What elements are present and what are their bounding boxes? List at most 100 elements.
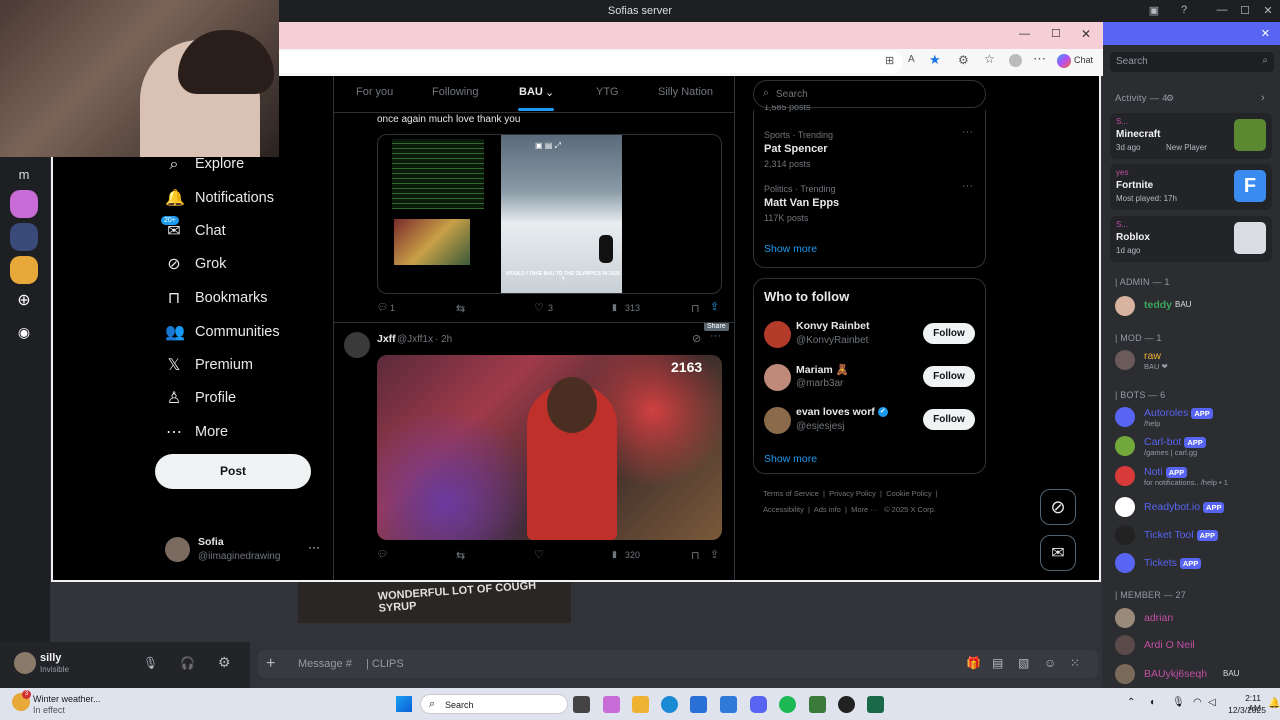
chat-label[interactable]: Chat	[1074, 55, 1093, 65]
footer-link[interactable]: Accessibility	[763, 505, 804, 514]
taskbar-search[interactable]: ⌕ Search	[420, 694, 568, 714]
minimize-icon[interactable]: —	[1214, 4, 1230, 16]
minimize-icon[interactable]: —	[1019, 28, 1030, 40]
grok-icon[interactable]: ⊘	[692, 332, 701, 345]
trend-item[interactable]: Politics · Trending Matt Van Epps 117K p…	[754, 176, 985, 228]
activity-card[interactable]: S... Minecraft 3d ago New Player	[1110, 113, 1272, 159]
bot-item[interactable]: Noti APP for notifications.. /help • 1	[1115, 466, 1275, 490]
tweet-handle[interactable]: @Jxff1x	[397, 334, 433, 345]
more-icon[interactable]: ···	[308, 540, 320, 554]
avatar[interactable]	[344, 332, 370, 358]
tweet-author[interactable]: Jxff	[377, 333, 396, 345]
mail-icon[interactable]	[720, 696, 737, 713]
tab-for-you[interactable]: For you	[356, 86, 393, 98]
server-icon[interactable]	[10, 223, 38, 251]
retweet-icon[interactable]: ⇆	[456, 302, 465, 315]
tweet-media[interactable]: 2163	[377, 355, 722, 540]
clock-date[interactable]: 12/3/2025	[1226, 705, 1266, 715]
grok-icon[interactable]: ⊘	[1040, 489, 1076, 525]
bot-item[interactable]: Tickets APP	[1115, 553, 1275, 577]
gift-icon[interactable]: 🎁	[966, 656, 981, 670]
help-icon[interactable]: ?	[1176, 4, 1192, 16]
app-icon[interactable]	[809, 696, 826, 713]
server-icon[interactable]	[10, 190, 38, 218]
bookmark-icon[interactable]: ⊓	[691, 549, 700, 562]
follow-suggestion[interactable]: evan loves worf ✓ @esjesjesj Follow	[754, 405, 985, 439]
gear-icon[interactable]: ⚙	[1166, 93, 1174, 104]
tab-bau[interactable]: BAU	[519, 86, 543, 98]
spotify-icon[interactable]	[779, 696, 796, 713]
server-icon[interactable]	[10, 256, 38, 284]
activity-card[interactable]: yes Fortnite Most played: 17h F	[1110, 164, 1272, 210]
volume-icon[interactable]: ◁	[1208, 697, 1216, 708]
bookmark-icon[interactable]: ⊓	[691, 302, 700, 315]
close-icon[interactable]: ✕	[1081, 27, 1091, 41]
store-icon[interactable]	[690, 696, 707, 713]
settings-icon[interactable]: ⚙	[218, 654, 231, 671]
obs-icon[interactable]	[838, 696, 855, 713]
sticker-icon[interactable]: ▧	[1018, 656, 1029, 670]
tab-following[interactable]: Following	[432, 86, 478, 98]
read-aloud-icon[interactable]: A	[908, 54, 915, 65]
tweet-media[interactable]: ▣ ▤ ⤢ WOULD I TAKE BAU TO THE OLYMPICS I…	[377, 134, 722, 294]
avatar[interactable]	[165, 537, 190, 562]
activity-card[interactable]: S... Roblox 1d ago	[1110, 216, 1272, 262]
close-icon[interactable]: ✕	[1261, 27, 1270, 40]
more-icon[interactable]: ···	[710, 330, 721, 342]
member-item[interactable]: BAUykj6seqh BAU	[1115, 664, 1275, 688]
follow-button[interactable]: Follow	[923, 409, 975, 430]
show-more-link[interactable]: Show more	[764, 243, 817, 255]
read-mode-icon[interactable]: ⊞	[885, 54, 894, 67]
edge-icon[interactable]	[661, 696, 678, 713]
trend-item[interactable]: Sports · Trending Pat Spencer 2,314 post…	[754, 122, 985, 174]
avatar[interactable]	[14, 652, 36, 674]
chevron-down-icon[interactable]: ⌄	[545, 86, 554, 99]
bot-item[interactable]: Carl-bot APP/games | carl.gg	[1115, 436, 1275, 460]
file-explorer-icon[interactable]	[632, 696, 649, 713]
reply-icon[interactable]: 💬︎	[377, 549, 388, 560]
show-more-link[interactable]: Show more	[764, 453, 817, 465]
like-icon[interactable]: ♡	[534, 548, 544, 561]
copilot-icon[interactable]	[603, 696, 620, 713]
profile-icon[interactable]	[1009, 54, 1022, 67]
member-item[interactable]: teddy BAU	[1115, 296, 1275, 320]
share-icon[interactable]: ⇪	[710, 300, 719, 313]
post-button[interactable]: Post	[155, 454, 311, 489]
apps-icon[interactable]: ⁙	[1070, 656, 1080, 670]
plus-icon[interactable]: +	[266, 655, 275, 673]
close-icon[interactable]: ✕	[1260, 4, 1276, 17]
avatar[interactable]	[764, 321, 791, 348]
avatar[interactable]	[764, 364, 791, 391]
gif-icon[interactable]: ▤	[992, 656, 1003, 670]
bot-item[interactable]: Autoroles APP/help	[1115, 407, 1275, 431]
footer-link[interactable]: Cookie Policy	[886, 489, 931, 498]
footer-link[interactable]: Terms of Service	[763, 489, 819, 498]
mic-icon[interactable]: 🎙	[143, 656, 158, 670]
maximize-icon[interactable]: ☐	[1051, 27, 1061, 40]
wifi-icon[interactable]: ◠	[1193, 697, 1202, 708]
maximize-icon[interactable]: ☐	[1237, 4, 1253, 17]
notification-icon[interactable]: 🔔	[1268, 698, 1280, 709]
server-initial[interactable]: m	[10, 160, 38, 188]
headphones-icon[interactable]: 🎧	[180, 656, 195, 670]
reply-icon[interactable]: 💬︎	[377, 302, 388, 313]
task-view-icon[interactable]	[573, 696, 590, 713]
footer-link[interactable]: Privacy Policy	[829, 489, 876, 498]
bot-item[interactable]: Readybot.io APP	[1115, 497, 1275, 521]
messages-icon[interactable]: ✉	[1040, 535, 1076, 571]
follow-suggestion[interactable]: Konvy Rainbet @KonvyRainbet Follow	[754, 319, 985, 353]
member-item[interactable]: raw BAU ❤	[1115, 350, 1275, 374]
start-icon[interactable]	[396, 696, 412, 712]
like-icon[interactable]: ♡	[534, 301, 544, 314]
member-item[interactable]: adrian	[1115, 608, 1275, 632]
bot-item[interactable]: Ticket Tool APP	[1115, 525, 1275, 549]
clip-thumbnail[interactable]: WONDERFUL LOT OF COUGH SYRUP	[298, 582, 571, 623]
search-input[interactable]: ⌕ Search	[753, 80, 986, 108]
more-icon[interactable]: ⋯	[1033, 51, 1046, 67]
extensions-icon[interactable]: ⚙	[958, 53, 969, 67]
favorites-icon[interactable]: ☆	[984, 52, 995, 66]
chevron-up-icon[interactable]: ⌃	[1127, 697, 1135, 708]
emoji-icon[interactable]: ☺	[1044, 656, 1056, 670]
media-controls-icon[interactable]: ▣ ▤ ⤢	[535, 141, 561, 151]
inbox-icon[interactable]: ▣	[1146, 4, 1162, 17]
